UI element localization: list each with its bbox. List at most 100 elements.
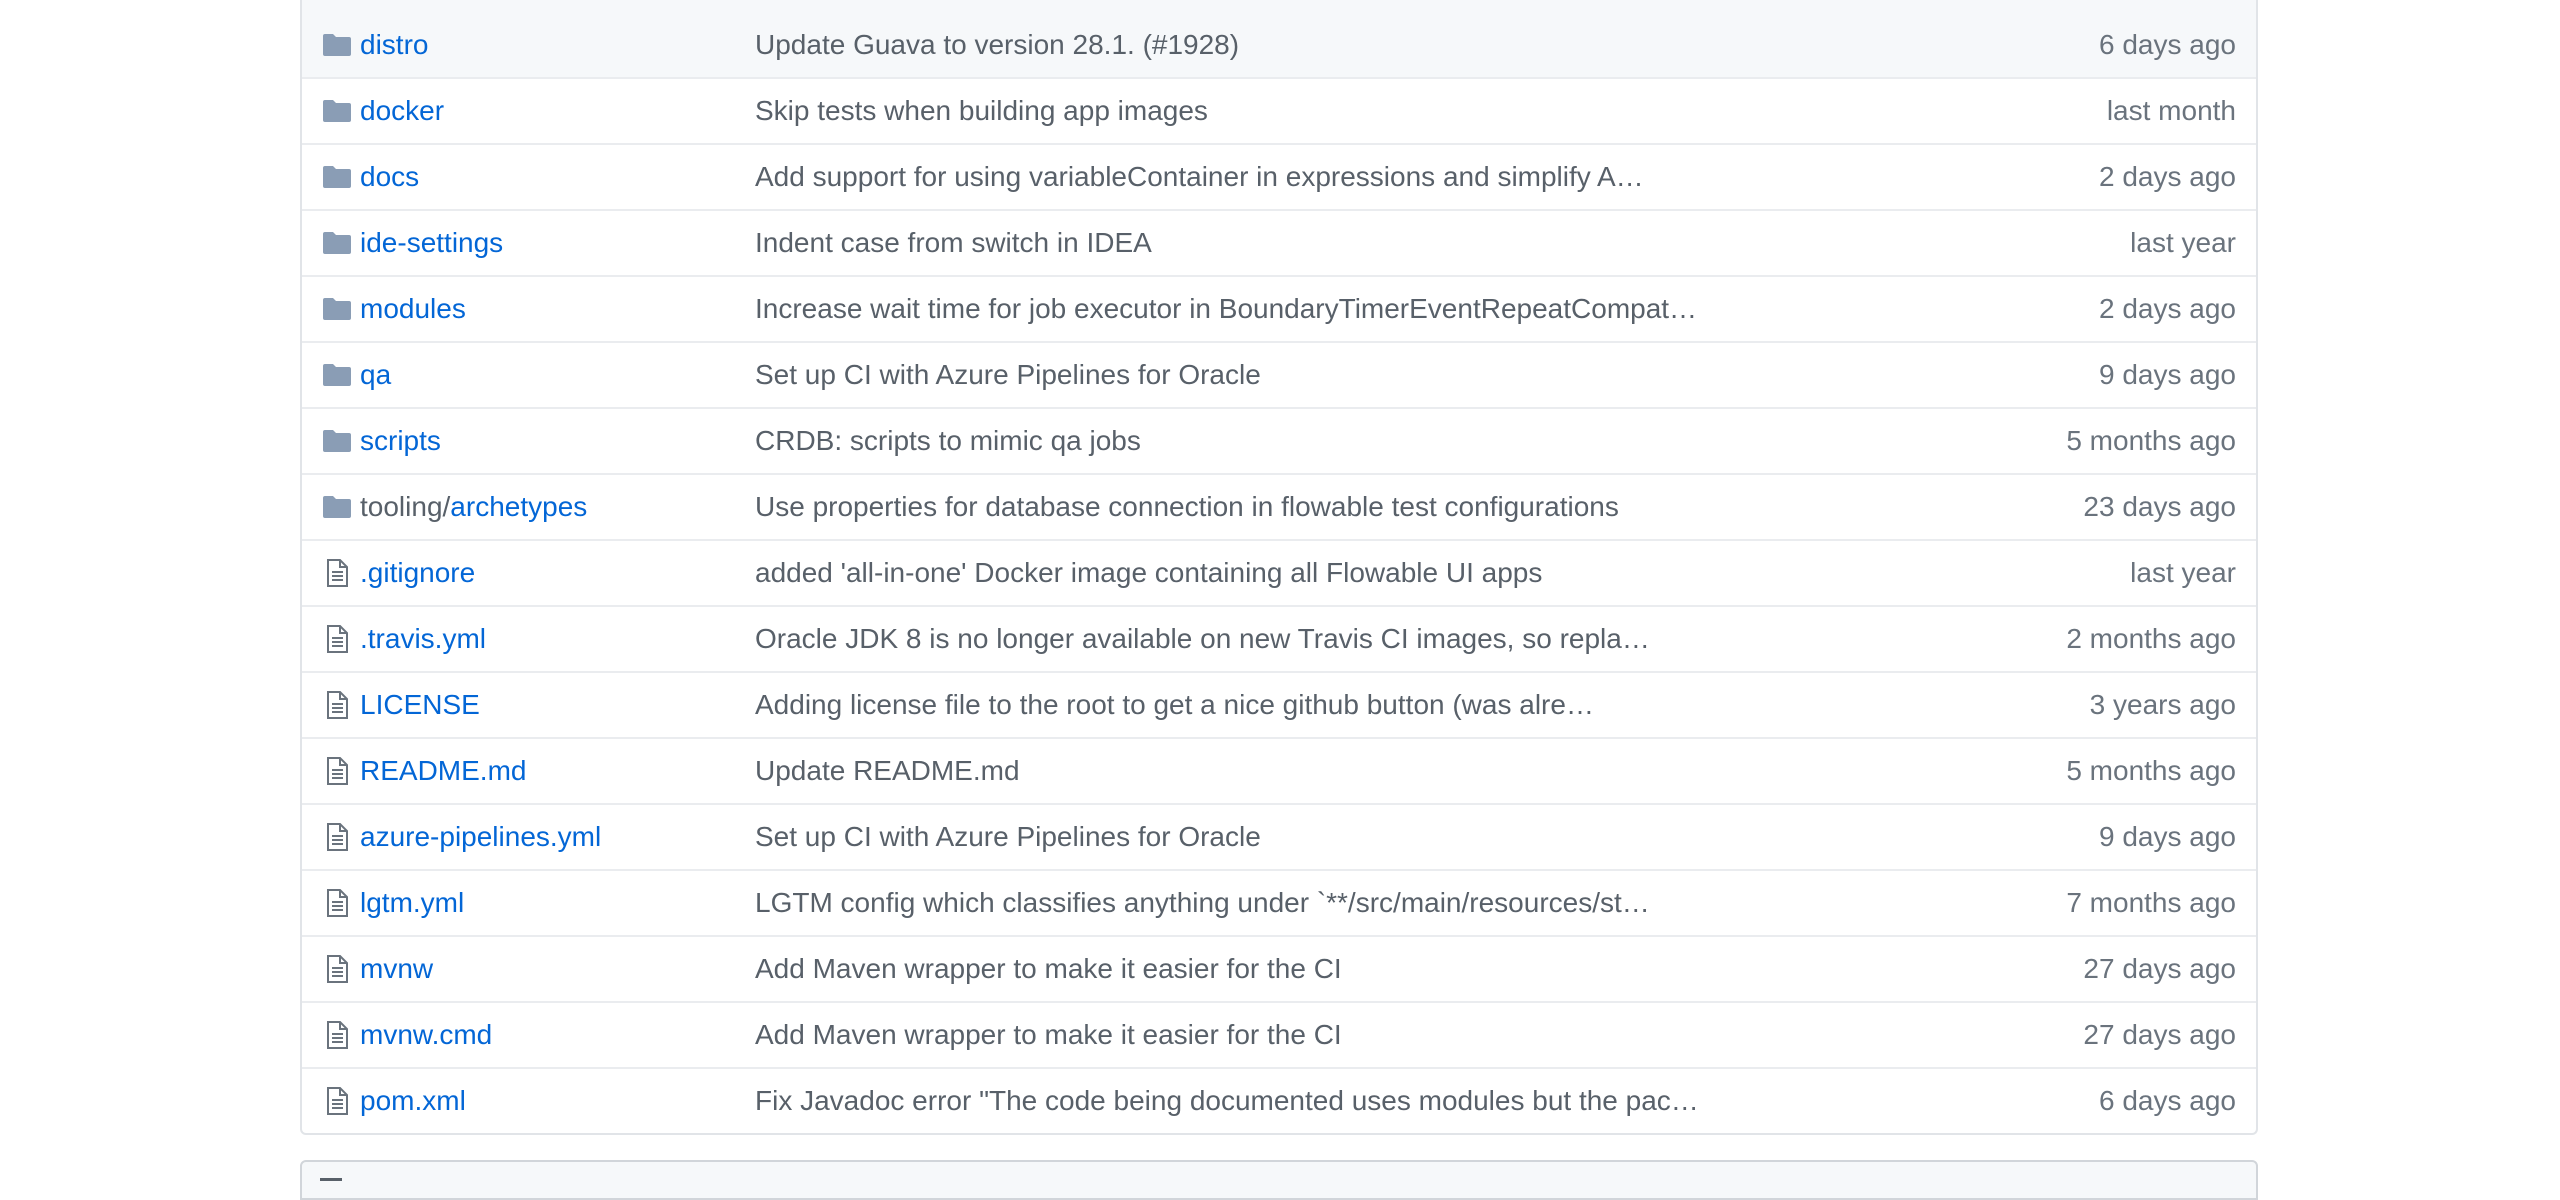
- file-link[interactable]: modules: [360, 293, 466, 324]
- commit-message-link[interactable]: LGTM config which classifies anything un…: [755, 887, 1650, 918]
- file-name: README.md: [360, 755, 526, 787]
- file-link[interactable]: distro: [360, 29, 428, 60]
- file-row: qa Set up CI with Azure Pipelines for Or…: [302, 341, 2256, 407]
- commit-message: added 'all-in-one' Docker image containi…: [755, 557, 1542, 589]
- file-name: qa: [360, 359, 391, 391]
- commit-message-link[interactable]: Add Maven wrapper to make it easier for …: [755, 953, 1342, 984]
- commit-message-link[interactable]: Update Guava to version 28.1. (#1928): [755, 29, 1239, 60]
- file-icon: [322, 889, 352, 917]
- commit-message: Increase wait time for job executor in B…: [755, 293, 1697, 325]
- file-name: mvnw.cmd: [360, 1019, 492, 1051]
- folder-icon: [322, 493, 352, 521]
- file-name: azure-pipelines.yml: [360, 821, 601, 853]
- file-link[interactable]: mvnw: [360, 953, 433, 984]
- readme-header: [300, 1160, 2258, 1200]
- file-link[interactable]: docker: [360, 95, 444, 126]
- file-link[interactable]: README.md: [360, 755, 526, 786]
- commit-message: LGTM config which classifies anything un…: [755, 887, 1650, 919]
- commit-message-link[interactable]: added 'all-in-one' Docker image containi…: [755, 557, 1542, 588]
- file-link[interactable]: .travis.yml: [360, 623, 486, 654]
- commit-age: 5 months ago: [2066, 755, 2236, 786]
- commit-message-link[interactable]: Indent case from switch in IDEA: [755, 227, 1152, 258]
- file-link[interactable]: scripts: [360, 425, 441, 456]
- file-name: .gitignore: [360, 557, 475, 589]
- file-name: pom.xml: [360, 1085, 466, 1117]
- file-row: lgtm.yml LGTM config which classifies an…: [302, 869, 2256, 935]
- commit-message: CRDB: scripts to mimic qa jobs: [755, 425, 1141, 457]
- file-row: tooling/archetypes Use properties for da…: [302, 473, 2256, 539]
- commit-message-link[interactable]: CRDB: scripts to mimic qa jobs: [755, 425, 1141, 456]
- commit-message-link[interactable]: Skip tests when building app images: [755, 95, 1208, 126]
- commit-message: Update Guava to version 28.1. (#1928): [755, 29, 1239, 61]
- commit-message-link[interactable]: Oracle JDK 8 is no longer available on n…: [755, 623, 1650, 654]
- commit-age: 6 days ago: [2099, 1085, 2236, 1116]
- commit-message-link[interactable]: Increase wait time for job executor in B…: [755, 293, 1697, 324]
- commit-message-link[interactable]: Set up CI with Azure Pipelines for Oracl…: [755, 821, 1261, 852]
- commit-age: 2 months ago: [2066, 623, 2236, 654]
- file-row: README.md Update README.md 5 months ago: [302, 737, 2256, 803]
- file-row: mvnw Add Maven wrapper to make it easier…: [302, 935, 2256, 1001]
- file-row: .travis.yml Oracle JDK 8 is no longer av…: [302, 605, 2256, 671]
- file-link[interactable]: docs: [360, 161, 419, 192]
- file-link[interactable]: pom.xml: [360, 1085, 466, 1116]
- folder-icon: [322, 163, 352, 191]
- path-prefix: tooling/: [360, 491, 451, 522]
- list-icon[interactable]: [320, 1178, 342, 1191]
- file-name: docker: [360, 95, 444, 127]
- commit-age: last year: [2130, 557, 2236, 588]
- commit-message: Indent case from switch in IDEA: [755, 227, 1152, 259]
- commit-message-link[interactable]: Adding license file to the root to get a…: [755, 689, 1594, 720]
- file-link[interactable]: lgtm.yml: [360, 887, 464, 918]
- file-row: scripts CRDB: scripts to mimic qa jobs 5…: [302, 407, 2256, 473]
- file-link[interactable]: .gitignore: [360, 557, 475, 588]
- commit-message: Set up CI with Azure Pipelines for Oracl…: [755, 821, 1261, 853]
- commit-message: Skip tests when building app images: [755, 95, 1208, 127]
- commit-age: 27 days ago: [2083, 1019, 2236, 1050]
- file-name: tooling/archetypes: [360, 491, 587, 523]
- file-icon: [322, 757, 352, 785]
- file-link[interactable]: mvnw.cmd: [360, 1019, 492, 1050]
- file-link[interactable]: qa: [360, 359, 391, 390]
- folder-icon: [322, 229, 352, 257]
- folder-icon: [322, 31, 352, 59]
- file-row: docker Skip tests when building app imag…: [302, 77, 2256, 143]
- file-link[interactable]: azure-pipelines.yml: [360, 821, 601, 852]
- file-link[interactable]: archetypes: [450, 491, 587, 522]
- commit-message: Set up CI with Azure Pipelines for Oracl…: [755, 359, 1261, 391]
- commit-age: last month: [2106, 95, 2236, 126]
- commit-message: Use properties for database connection i…: [755, 491, 1619, 523]
- commit-message-link[interactable]: Use properties for database connection i…: [755, 491, 1619, 522]
- file-row: .gitignore added 'all-in-one' Docker ima…: [302, 539, 2256, 605]
- commit-age: 27 days ago: [2083, 953, 2236, 984]
- commit-message-link[interactable]: Add support for using variableContainer …: [755, 161, 1644, 192]
- commit-message-link[interactable]: Add Maven wrapper to make it easier for …: [755, 1019, 1342, 1050]
- file-link[interactable]: ide-settings: [360, 227, 503, 258]
- commit-message-link[interactable]: Fix Javadoc error "The code being docume…: [755, 1085, 1699, 1116]
- commit-message: Adding license file to the root to get a…: [755, 689, 1594, 721]
- file-name: .travis.yml: [360, 623, 486, 655]
- file-icon: [322, 1021, 352, 1049]
- folder-icon: [322, 427, 352, 455]
- file-name: mvnw: [360, 953, 433, 985]
- commit-age: 6 days ago: [2099, 28, 2236, 60]
- file-icon: [322, 1087, 352, 1115]
- file-row: modules Increase wait time for job execu…: [302, 275, 2256, 341]
- commit-message-link[interactable]: Update README.md: [755, 755, 1020, 786]
- file-icon: [322, 625, 352, 653]
- commit-message: Fix Javadoc error "The code being docume…: [755, 1085, 1699, 1117]
- commit-age: 3 years ago: [2089, 689, 2236, 720]
- file-icon: [322, 559, 352, 587]
- commit-age: 2 days ago: [2099, 161, 2236, 192]
- file-row: pom.xml Fix Javadoc error "The code bein…: [302, 1067, 2256, 1133]
- file-link[interactable]: LICENSE: [360, 689, 480, 720]
- file-row: azure-pipelines.yml Set up CI with Azure…: [302, 803, 2256, 869]
- file-name: modules: [360, 293, 466, 325]
- commit-age: 2 days ago: [2099, 293, 2236, 324]
- file-icon: [322, 823, 352, 851]
- file-row: mvnw.cmd Add Maven wrapper to make it ea…: [302, 1001, 2256, 1067]
- file-row: docs Add support for using variableConta…: [302, 143, 2256, 209]
- file-name: scripts: [360, 425, 441, 457]
- file-name: LICENSE: [360, 689, 480, 721]
- file-row: ide-settings Indent case from switch in …: [302, 209, 2256, 275]
- commit-message-link[interactable]: Set up CI with Azure Pipelines for Oracl…: [755, 359, 1261, 390]
